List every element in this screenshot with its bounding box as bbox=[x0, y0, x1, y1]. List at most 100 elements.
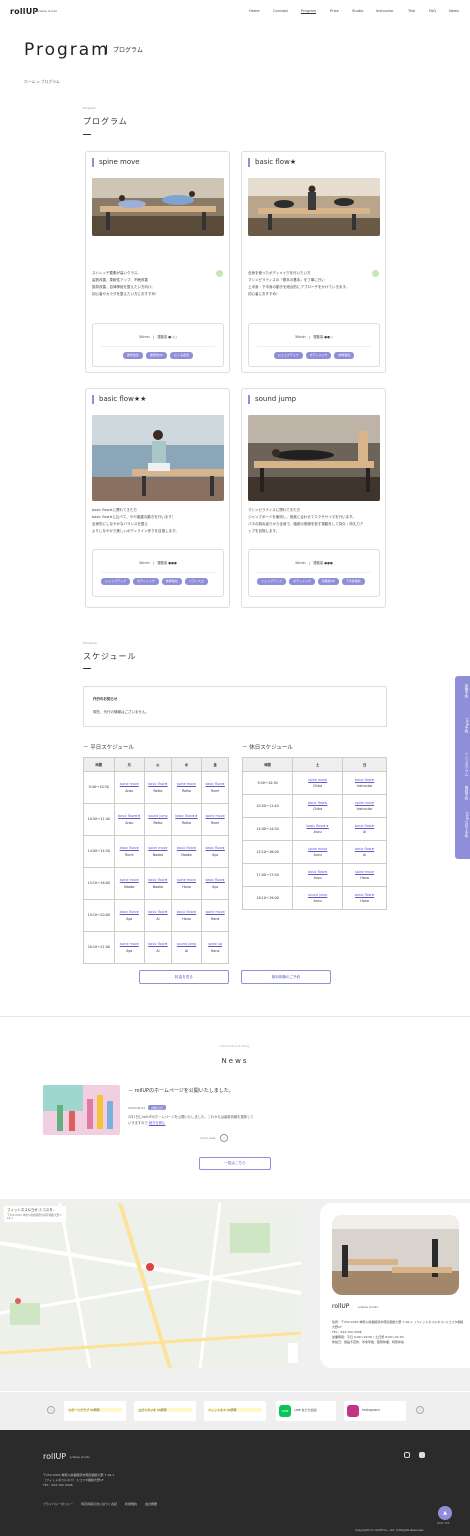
instructor-name: Naoko bbox=[124, 884, 135, 889]
footer-link-privacy[interactable]: プライバシーポリシー bbox=[43, 1502, 73, 1506]
tag: 体幹強化 bbox=[161, 578, 182, 585]
class-link[interactable]: spine move bbox=[145, 845, 171, 852]
more-view-link[interactable]: more view bbox=[200, 1136, 216, 1140]
banner-item[interactable]: スポーツクラブ 33周年 bbox=[64, 1401, 126, 1421]
news-item-title-text[interactable]: rollUPのホームページを公開いたしました。 bbox=[135, 1088, 234, 1094]
table-header: 金 bbox=[201, 757, 229, 772]
instructor-name: Anzu bbox=[313, 853, 322, 857]
leaf-icon bbox=[372, 270, 379, 277]
nav-program[interactable]: Program bbox=[301, 9, 317, 14]
class-cell: basic flow★ Aya bbox=[201, 835, 229, 868]
class-cell: basic flow★★ Anzu bbox=[113, 803, 146, 836]
banner-text[interactable]: フィットネス 33周年 bbox=[208, 1408, 262, 1412]
banner-text[interactable]: ヨガスタジオ 33周年 bbox=[138, 1408, 192, 1412]
chevron-left-icon[interactable]: ‹ bbox=[47, 1406, 55, 1414]
class-link[interactable]: spine move bbox=[202, 909, 228, 916]
instructor-name: Rumi bbox=[210, 820, 220, 825]
nav-home[interactable]: Home bbox=[249, 9, 260, 13]
banner-text[interactable]: スポーツクラブ 33周年 bbox=[68, 1408, 122, 1412]
map-place-address: 〒252-0321 神奈川県相模原市南区相模大野7-16-1 bbox=[7, 1214, 62, 1220]
class-link[interactable]: basic flow★ bbox=[145, 781, 171, 788]
arrow-right-icon[interactable]: › bbox=[220, 1134, 228, 1142]
footer-link-company[interactable]: 会社概要 bbox=[145, 1502, 157, 1506]
time-cell: 15:10～16:00 bbox=[241, 840, 294, 864]
chevron-right-icon[interactable]: › bbox=[416, 1406, 424, 1414]
nav-price[interactable]: Price bbox=[330, 9, 339, 13]
class-link[interactable]: basic flow★ bbox=[145, 877, 171, 884]
class-link[interactable]: basic flow★ bbox=[202, 845, 228, 852]
table-row: 15:10～16:00 spine move Anzu basic flow★ Ai bbox=[241, 840, 387, 864]
line-icon: LINE bbox=[279, 1405, 291, 1417]
breadcrumb[interactable]: ホーム > プログラム bbox=[24, 79, 60, 85]
class-cell: basic flow★ Instructor bbox=[342, 771, 387, 795]
program-card: basic flow★★ basic flow★に慣れてきた方 basic fl… bbox=[85, 388, 230, 608]
nav-instructor[interactable]: Instructor bbox=[376, 9, 393, 13]
class-cell: spine move Rumi bbox=[201, 803, 229, 836]
instructor-name: Hana bbox=[360, 899, 369, 903]
class-link[interactable]: basic flow★ bbox=[145, 909, 171, 916]
class-cell: spine up Hana bbox=[201, 931, 229, 964]
copyright: Copyright (C) rollUP Co., Ltd. All Right… bbox=[355, 1528, 425, 1532]
card-description: 全身を使ったボディメイクを行いたい方 マシンピラティスの「基本の基本」を丁寧に行… bbox=[248, 270, 366, 298]
banner-text[interactable]: LINE 友だち追加 bbox=[294, 1408, 317, 1412]
nav-studio[interactable]: Studio bbox=[352, 9, 363, 13]
news-section-title: News bbox=[221, 1057, 249, 1065]
instructor-name: Hana bbox=[360, 876, 369, 880]
line-icon[interactable] bbox=[419, 1452, 425, 1458]
card-meta: 50min | 運動量 ●●○ bbox=[295, 335, 333, 339]
nav-faq[interactable]: FAQ bbox=[429, 9, 436, 13]
class-link[interactable]: basic flow★★ bbox=[172, 813, 202, 820]
google-map[interactable]: フィットネス&ヨガ ミコスタ.. 〒252-0321 神奈川県相模原市南区相模大… bbox=[0, 1203, 301, 1368]
banner-item[interactable]: ヨガスタジオ 33周年 bbox=[134, 1401, 196, 1421]
table-row: 17:00～17:50 basic flow★ Anzu spine move Hana bbox=[241, 863, 387, 887]
banner-item[interactable]: Instagram bbox=[344, 1401, 406, 1421]
footer-logo[interactable]: rollUP bbox=[43, 1452, 66, 1461]
news-thumbnail[interactable] bbox=[43, 1085, 120, 1135]
read-more-link[interactable]: 続きを読む bbox=[149, 1121, 165, 1125]
price-button[interactable]: 料金を見る bbox=[139, 970, 229, 984]
tag: シェイプアップ bbox=[101, 578, 131, 585]
class-link[interactable]: basic flow★ bbox=[202, 877, 228, 884]
side-item-line[interactable]: LINE予約 bbox=[455, 718, 470, 733]
tag-list: シェイプアップ ボディメイク 体幹強化 bbox=[257, 352, 371, 359]
trial-button[interactable]: 無料体験のご予約 bbox=[241, 970, 331, 984]
news-list-button[interactable]: 一覧はこちら bbox=[199, 1157, 271, 1170]
weekday-title-text: 平日スケジュール bbox=[90, 745, 134, 751]
site-footer: rollUP pilates studio 〒252-0303 神奈川県相模原市… bbox=[0, 1430, 470, 1536]
side-item-instagram[interactable]: インスタグラム bbox=[455, 752, 470, 777]
class-link[interactable]: sound jump bbox=[145, 813, 171, 820]
banner-item[interactable]: LINE LINE 友だち追加 bbox=[276, 1401, 336, 1421]
holiday-schedule-title: － 休日スケジュール bbox=[242, 745, 293, 751]
class-cell: basic flow★ Anzu bbox=[292, 863, 344, 887]
class-link[interactable]: basic flow★ bbox=[145, 941, 171, 948]
class-link[interactable]: basic flow★ bbox=[202, 781, 228, 788]
table-row: 9:40～10:30 spine move Anzu basic flow★ Reiko… bbox=[83, 771, 229, 804]
footer-link-tokushoho[interactable]: 特定商取引法に基づく表記 bbox=[81, 1502, 117, 1506]
card-title: basic flow★★ bbox=[92, 395, 146, 404]
side-item-phone[interactable]: 電話予約 bbox=[455, 786, 470, 800]
footer-link-terms[interactable]: 利用規約 bbox=[125, 1502, 137, 1506]
class-cell: spine move Hana bbox=[170, 867, 203, 900]
side-item-line-official[interactable]: LINE公式で予約 bbox=[455, 812, 470, 837]
banner-text[interactable]: Instagram bbox=[362, 1408, 380, 1412]
footer-tel: TEL：042-702-3006 bbox=[43, 1483, 73, 1487]
instructor-name: Naoko bbox=[152, 852, 164, 857]
instagram-icon[interactable] bbox=[404, 1452, 410, 1458]
class-link[interactable]: spine move bbox=[202, 813, 228, 820]
desc-line: 初心者におすすめ！ bbox=[248, 292, 280, 296]
banner-item[interactable]: フィットネス 33周年 bbox=[204, 1401, 266, 1421]
class-link[interactable]: basic flow★★ bbox=[115, 813, 145, 820]
card-photo bbox=[248, 178, 380, 236]
page-top-button[interactable]: ▲ bbox=[438, 1506, 452, 1520]
nav-concept[interactable]: Concept bbox=[273, 9, 288, 13]
side-item-trial[interactable]: 体験予約 bbox=[455, 684, 470, 698]
instructor-name: Anzu bbox=[313, 830, 322, 834]
nav-news[interactable]: News bbox=[449, 9, 459, 13]
holiday-schedule-table: 時間 土 日 9:40～10:30 spine move Chika basic fl… bbox=[241, 757, 387, 910]
class-cell: sound jump Anzu bbox=[292, 886, 344, 910]
tag: ボディメイク bbox=[133, 578, 159, 585]
class-cell: basic flow★ Chika bbox=[292, 794, 344, 818]
tag-list: シェイプアップ ボディメイク 有酸素UP 下半身強化 bbox=[257, 578, 371, 585]
nav-trial[interactable]: Trial bbox=[408, 9, 415, 13]
news-item-title[interactable]: － rollUPのホームページを公開いたしました。 bbox=[128, 1087, 254, 1095]
